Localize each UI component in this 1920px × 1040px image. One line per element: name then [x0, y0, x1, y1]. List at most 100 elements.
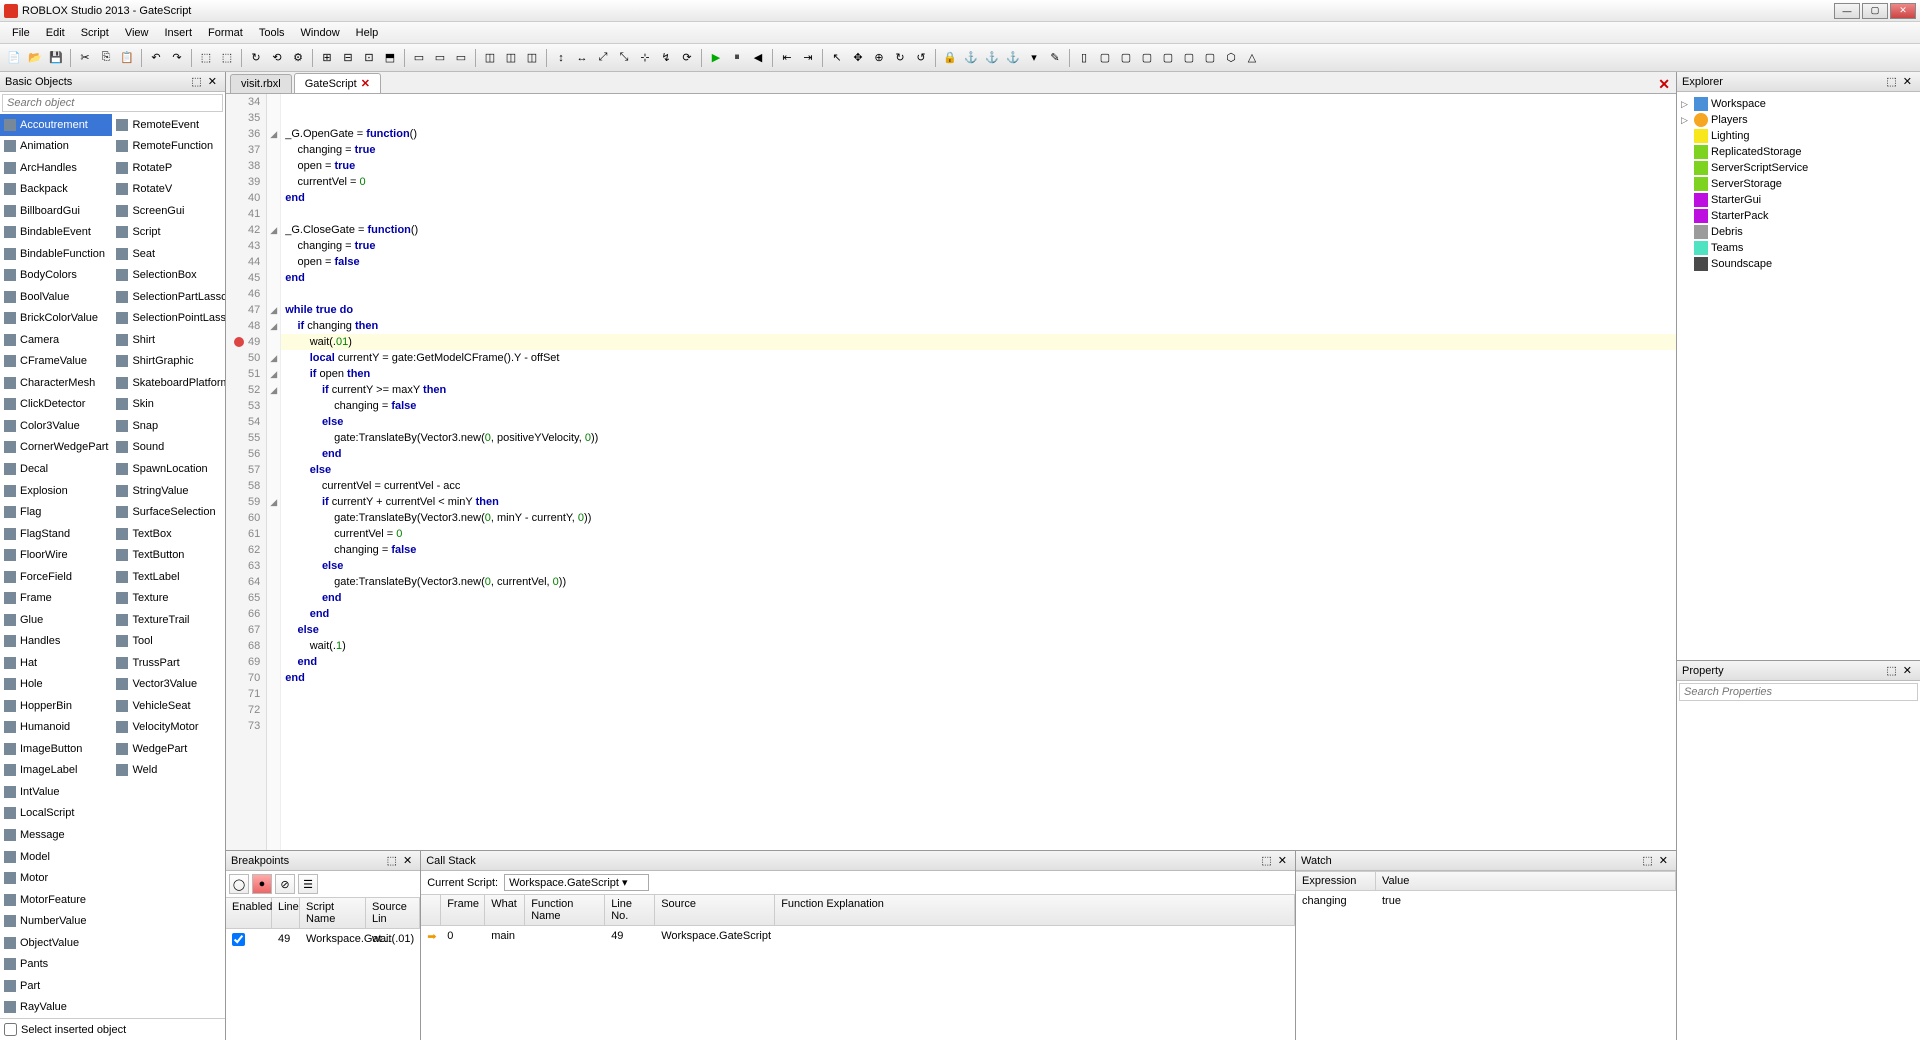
close-panel-icon[interactable]: ✕	[1900, 664, 1915, 677]
object-item[interactable]: CFrameValue	[0, 351, 112, 373]
panel7-icon[interactable]: ▢	[1200, 48, 1220, 68]
object-item[interactable]: Backpack	[0, 179, 112, 201]
object-item[interactable]: RemoteFunction	[112, 136, 225, 158]
undock-icon[interactable]: ⬚	[1639, 854, 1655, 867]
menu-script[interactable]: Script	[73, 25, 117, 41]
object-item[interactable]	[112, 996, 225, 1018]
object-item[interactable]: Handles	[0, 630, 112, 652]
object-item[interactable]: Flag	[0, 501, 112, 523]
layout2-icon[interactable]: ◫	[501, 48, 521, 68]
object-item[interactable]: SelectionPartLasso	[112, 286, 225, 308]
object-item[interactable]: VelocityMotor	[112, 717, 225, 739]
object-item[interactable]: VehicleSeat	[112, 695, 225, 717]
object-item[interactable]	[112, 824, 225, 846]
tree-item-startergui[interactable]: StarterGui	[1681, 192, 1916, 208]
callstack-row[interactable]: ➡0main49Workspace.GateScript	[421, 926, 1295, 947]
object-item[interactable]: TextButton	[112, 544, 225, 566]
object-item[interactable]: ScreenGui	[112, 200, 225, 222]
th-expr[interactable]: Expression	[1296, 872, 1376, 890]
object-item[interactable]: Tool	[112, 630, 225, 652]
object-item[interactable]	[112, 910, 225, 932]
panel8-icon[interactable]: ⬡	[1221, 48, 1241, 68]
anchor-icon[interactable]: ⚓	[961, 48, 981, 68]
close-panel-icon[interactable]: ✕	[1900, 75, 1915, 88]
copy-icon[interactable]: ⎘	[96, 48, 116, 68]
object-item[interactable]: SpawnLocation	[112, 458, 225, 480]
step-back-icon[interactable]: ◀	[748, 48, 768, 68]
th-line[interactable]: Line	[272, 898, 300, 928]
outdent-icon[interactable]: ⇤	[777, 48, 797, 68]
xform3-icon[interactable]: ⤢	[593, 48, 613, 68]
menu-edit[interactable]: Edit	[38, 25, 73, 41]
bp-toggle-icon[interactable]: ◯	[229, 874, 249, 894]
object-item[interactable]	[112, 846, 225, 868]
object-item[interactable]: RayValue	[0, 996, 112, 1018]
object-item[interactable]: ImageButton	[0, 738, 112, 760]
object-item[interactable]: Script	[112, 222, 225, 244]
object-item[interactable]: BrickColorValue	[0, 308, 112, 330]
bp-enabled-checkbox[interactable]	[232, 933, 245, 946]
edit-icon[interactable]: ✎	[1045, 48, 1065, 68]
object-item[interactable]: IntValue	[0, 781, 112, 803]
object-item[interactable]: Frame	[0, 587, 112, 609]
xform4-icon[interactable]: ⤡	[614, 48, 634, 68]
ungroup-icon[interactable]: ⬚	[217, 48, 237, 68]
tree-item-lighting[interactable]: Lighting	[1681, 128, 1916, 144]
th-source[interactable]: Source Lin	[366, 898, 420, 928]
document-close-icon[interactable]: ✕	[1658, 76, 1670, 93]
object-item[interactable]: SkateboardPlatform	[112, 372, 225, 394]
object-item[interactable]: WedgePart	[112, 738, 225, 760]
object-item[interactable]: Decal	[0, 458, 112, 480]
tab-gatescript[interactable]: GateScript✕	[294, 73, 381, 93]
code-editor[interactable]: 3435363738394041424344454647484950515253…	[226, 94, 1676, 850]
th-enabled[interactable]: Enabled	[226, 898, 272, 928]
undock-icon[interactable]: ⬚	[384, 854, 400, 867]
object-item[interactable]: TextBox	[112, 523, 225, 545]
object-item[interactable]: Humanoid	[0, 717, 112, 739]
menu-view[interactable]: View	[117, 25, 157, 41]
tree-item-soundscape[interactable]: Soundscape	[1681, 256, 1916, 272]
object-item[interactable]: Sound	[112, 437, 225, 459]
xform2-icon[interactable]: ↔	[572, 48, 592, 68]
th-what[interactable]: What	[485, 895, 525, 925]
object-item[interactable]: Color3Value	[0, 415, 112, 437]
menu-tools[interactable]: Tools	[251, 25, 293, 41]
object-item[interactable]: BindableFunction	[0, 243, 112, 265]
panel4-icon[interactable]: ▢	[1137, 48, 1157, 68]
panel2-icon[interactable]: ▢	[1095, 48, 1115, 68]
object-item[interactable]: BillboardGui	[0, 200, 112, 222]
object-item[interactable]: RotateV	[112, 179, 225, 201]
object-item[interactable]: CharacterMesh	[0, 372, 112, 394]
object-item[interactable]: Shirt	[112, 329, 225, 351]
xform5-icon[interactable]: ⊹	[635, 48, 655, 68]
search-properties-input[interactable]	[1679, 683, 1918, 701]
view2-icon[interactable]: ▭	[430, 48, 450, 68]
object-item[interactable]: Seat	[112, 243, 225, 265]
play-icon[interactable]: ▶	[706, 48, 726, 68]
object-item[interactable]: Camera	[0, 329, 112, 351]
object-item[interactable]: RemoteEvent	[112, 114, 225, 136]
tree-item-serverscriptservice[interactable]: ServerScriptService	[1681, 160, 1916, 176]
tab-visit-rbxl[interactable]: visit.rbxl	[230, 74, 292, 93]
anchor3-icon[interactable]: ⚓	[1003, 48, 1023, 68]
current-script-select[interactable]: Workspace.GateScript ▾	[504, 874, 648, 891]
object-item[interactable]: Message	[0, 824, 112, 846]
object-item[interactable]: BodyColors	[0, 265, 112, 287]
group-icon[interactable]: ⬚	[196, 48, 216, 68]
object-item[interactable]: ArcHandles	[0, 157, 112, 179]
close-panel-icon[interactable]: ✕	[1275, 854, 1290, 867]
object-item[interactable]	[112, 803, 225, 825]
th-source[interactable]: Source	[655, 895, 775, 925]
view3-icon[interactable]: ▭	[451, 48, 471, 68]
grid4-icon[interactable]: ⬒	[380, 48, 400, 68]
object-item[interactable]: TrussPart	[112, 652, 225, 674]
tree-item-teams[interactable]: Teams	[1681, 240, 1916, 256]
object-item[interactable]: FlagStand	[0, 523, 112, 545]
undock-icon[interactable]: ⬚	[188, 75, 204, 88]
settings-icon[interactable]: ⚙	[288, 48, 308, 68]
panel5-icon[interactable]: ▢	[1158, 48, 1178, 68]
object-item[interactable]: SelectionPointLasso	[112, 308, 225, 330]
object-item[interactable]	[112, 889, 225, 911]
grid-icon[interactable]: ⊞	[317, 48, 337, 68]
rotate3-icon[interactable]: ↺	[911, 48, 931, 68]
